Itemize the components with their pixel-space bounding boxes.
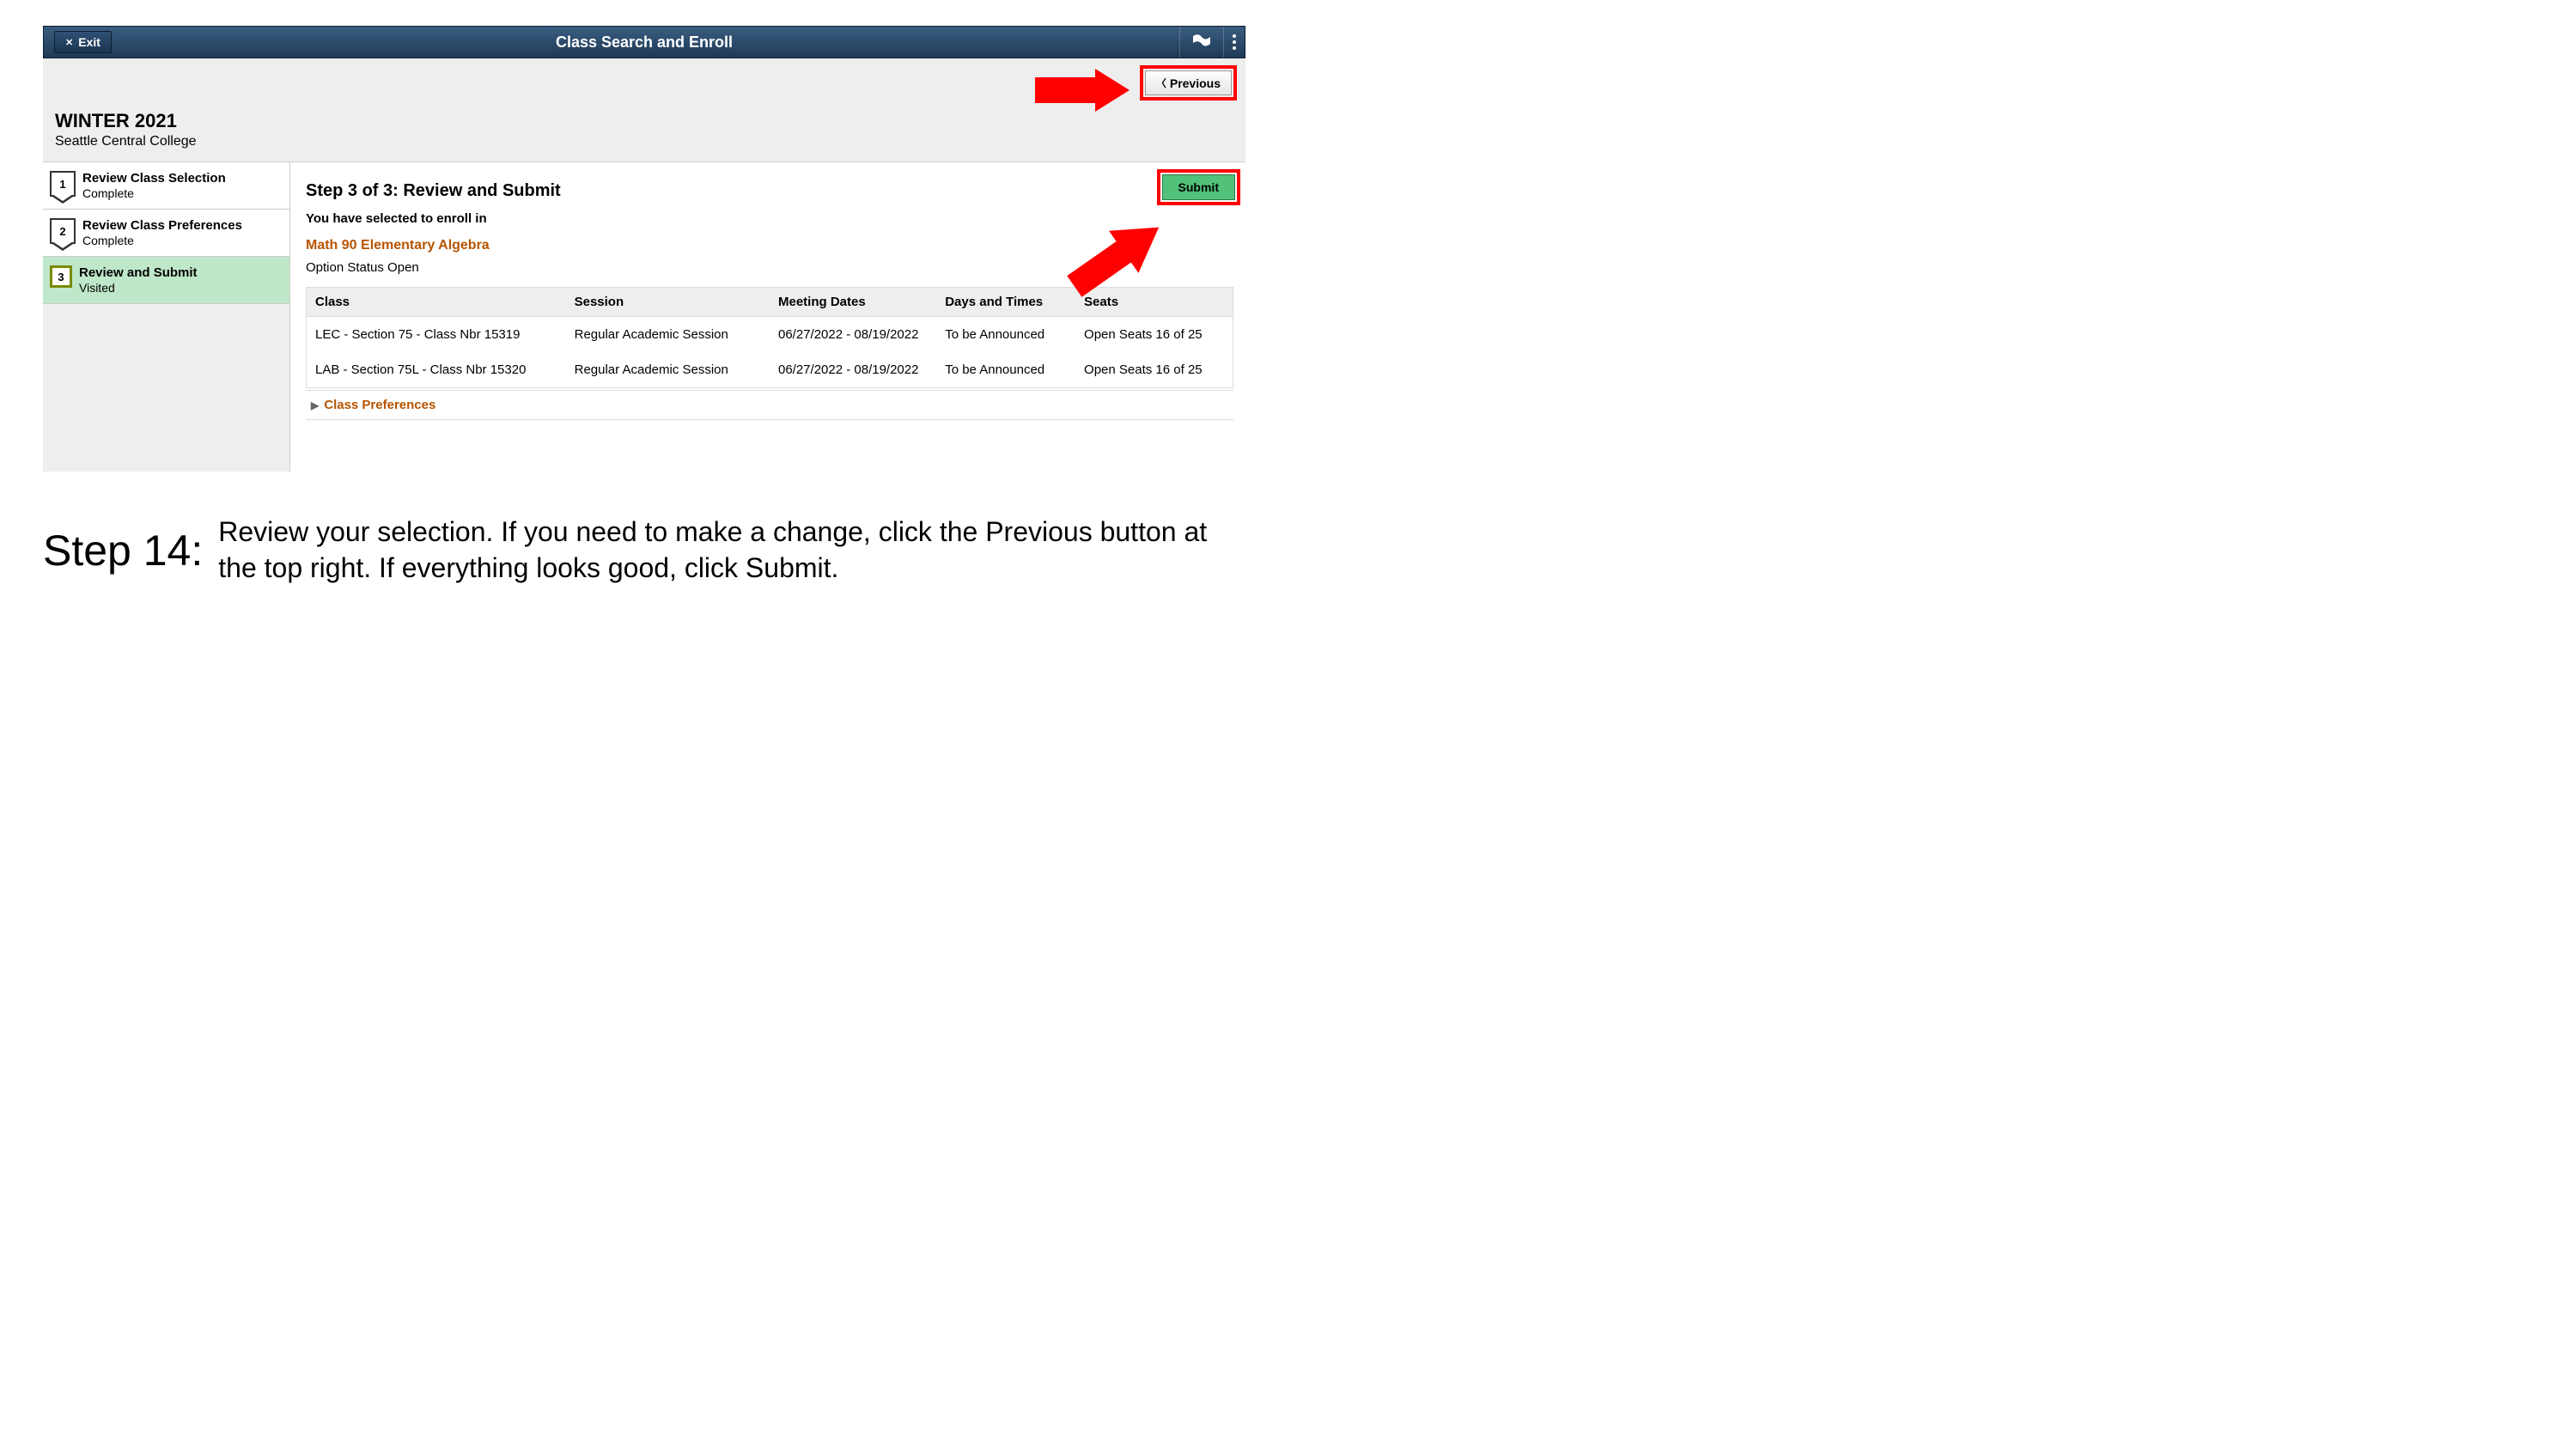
- cell-dates: 06/27/2022 - 08/19/2022: [770, 317, 936, 353]
- step-heading: Step 3 of 3: Review and Submit: [306, 181, 1233, 201]
- callout-highlight: 〈 Previous: [1140, 65, 1237, 100]
- exit-button[interactable]: ✕ Exit: [54, 31, 112, 53]
- close-icon: ✕: [65, 37, 73, 48]
- cell-times: To be Announced: [936, 317, 1075, 353]
- step-title: Review and Submit: [79, 265, 198, 280]
- step-status: Visited: [79, 281, 198, 295]
- cell-seats: Open Seats 16 of 25: [1075, 352, 1233, 388]
- app-header: ✕ Exit Class Search and Enroll: [43, 26, 1245, 58]
- callout-highlight: Submit: [1157, 169, 1240, 205]
- table-row: LAB - Section 75L - Class Nbr 15320 Regu…: [307, 352, 1233, 388]
- class-preferences-label: Class Preferences: [324, 398, 435, 412]
- chevron-left-icon: 〈: [1156, 76, 1166, 90]
- sub-header: 〈 Previous WINTER 2021 Seattle Central C…: [43, 58, 1245, 162]
- step-badge-icon: 2: [50, 218, 76, 244]
- previous-button[interactable]: 〈 Previous: [1145, 70, 1232, 95]
- step-badge-icon: 3: [50, 265, 72, 288]
- notifications-icon[interactable]: [1179, 27, 1223, 58]
- wizard-step-2[interactable]: 2 Review Class Preferences Complete: [43, 210, 289, 257]
- col-session: Session: [566, 288, 770, 317]
- college-label: Seattle Central College: [55, 134, 1245, 149]
- main-content: Submit Step 3 of 3: Review and Submit Yo…: [289, 162, 1245, 472]
- wizard-step-1[interactable]: 1 Review Class Selection Complete: [43, 162, 289, 210]
- cell-class: LEC - Section 75 - Class Nbr 15319: [307, 317, 566, 353]
- col-times: Days and Times: [936, 288, 1075, 317]
- col-class: Class: [307, 288, 566, 317]
- submit-label: Submit: [1178, 180, 1219, 194]
- submit-button[interactable]: Submit: [1162, 174, 1235, 200]
- step-status: Complete: [82, 234, 242, 247]
- step-title: Review Class Preferences: [82, 218, 242, 233]
- callout-arrow-icon: [1035, 69, 1130, 116]
- cell-session: Regular Academic Session: [566, 317, 770, 353]
- cell-class: LAB - Section 75L - Class Nbr 15320: [307, 352, 566, 388]
- cell-dates: 06/27/2022 - 08/19/2022: [770, 352, 936, 388]
- triangle-right-icon: ▶: [311, 399, 319, 411]
- cell-seats: Open Seats 16 of 25: [1075, 317, 1233, 353]
- wizard-step-3[interactable]: 3 Review and Submit Visited: [43, 257, 289, 304]
- caption-text: Review your selection. If you need to ma…: [218, 514, 1245, 586]
- col-dates: Meeting Dates: [770, 288, 936, 317]
- caption-step-number: Step 14:: [43, 526, 203, 575]
- callout-arrow-icon: [1065, 214, 1168, 304]
- cell-session: Regular Academic Session: [566, 352, 770, 388]
- page-title: Class Search and Enroll: [556, 33, 733, 52]
- class-preferences-toggle[interactable]: ▶ Class Preferences: [306, 390, 1233, 420]
- cell-times: To be Announced: [936, 352, 1075, 388]
- step-badge-icon: 1: [50, 171, 76, 197]
- step-status: Complete: [82, 186, 226, 200]
- previous-label: Previous: [1170, 76, 1221, 90]
- exit-label: Exit: [78, 35, 100, 49]
- step-title: Review Class Selection: [82, 171, 226, 186]
- table-row: LEC - Section 75 - Class Nbr 15319 Regul…: [307, 317, 1233, 353]
- wizard-sidebar: 1 Review Class Selection Complete 2 Revi…: [43, 162, 289, 472]
- more-menu-icon[interactable]: [1223, 27, 1245, 58]
- instruction-caption: Step 14: Review your selection. If you n…: [43, 514, 1245, 620]
